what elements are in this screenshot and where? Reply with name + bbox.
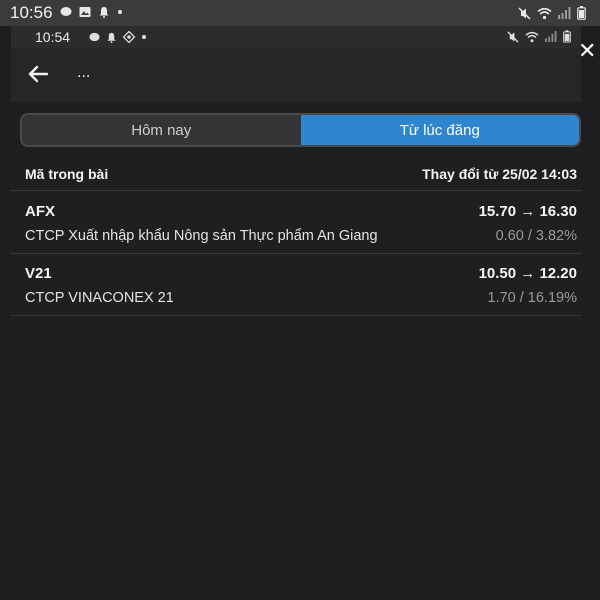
back-button[interactable] (25, 60, 53, 88)
wifi-icon (537, 7, 552, 19)
stock-row[interactable]: V21 10.50 → 12.20 CTCP VINACONEX 21 1.70… (11, 254, 581, 316)
dot-icon (118, 10, 122, 14)
stock-price-range: 10.50 → 12.20 (478, 265, 577, 282)
inner-notification-icons (89, 31, 147, 43)
tab-today[interactable]: Hôm nay (22, 115, 301, 145)
settings-badge-icon (123, 31, 135, 43)
stock-price-range: 15.70 → 16.30 (478, 203, 577, 220)
list-header: Mã trong bài Thay đổi từ 25/02 14:03 (11, 157, 581, 191)
bell-icon (107, 32, 116, 43)
status-notification-icons (60, 6, 123, 18)
stock-row[interactable]: AFX 15.70 → 16.30 CTCP Xuất nhập khẩu Nô… (11, 192, 581, 254)
stock-code: V21 (25, 265, 52, 282)
back-arrow-icon (28, 65, 49, 83)
mute-icon (518, 6, 531, 20)
inner-status-bar: 10:54 (11, 26, 581, 48)
stock-company-name: CTCP VINACONEX 21 (25, 290, 174, 306)
stock-company-name: CTCP Xuất nhập khẩu Nông sản Thực phẩm A… (25, 228, 378, 244)
outer-status-bar: 10:56 (0, 0, 600, 26)
signal-icon (558, 7, 571, 19)
image-icon (79, 7, 91, 17)
chat-bubble-icon (89, 32, 100, 41)
time-range-tabs: Hôm nay Từ lúc đăng (20, 113, 581, 147)
battery-icon (577, 6, 586, 20)
wifi-icon (525, 31, 539, 42)
column-header-code: Mã trong bài (25, 166, 109, 182)
chat-bubble-icon (60, 7, 72, 16)
content-area: Hôm nay Từ lúc đăng Mã trong bài Thay đổ… (11, 102, 581, 600)
stock-change: 0.60 / 3.82% (495, 228, 577, 244)
status-time: 10:56 (10, 3, 53, 22)
tab-since-posted[interactable]: Từ lúc đăng (300, 115, 579, 145)
column-header-change: Thay đổi từ 25/02 14:03 (422, 166, 577, 182)
status-system-icons (518, 6, 586, 20)
more-options-button[interactable]: ... (77, 64, 90, 82)
inner-system-icons (507, 30, 571, 43)
bell-icon (99, 7, 109, 18)
mute-icon (507, 30, 519, 43)
stock-change: 1.70 / 16.19% (487, 290, 578, 306)
battery-icon (563, 30, 571, 43)
app-header: ... (11, 48, 581, 102)
signal-icon (545, 31, 557, 42)
stock-code: AFX (25, 203, 55, 220)
dot-icon (142, 35, 146, 39)
inner-status-time: 10:54 (35, 29, 71, 45)
